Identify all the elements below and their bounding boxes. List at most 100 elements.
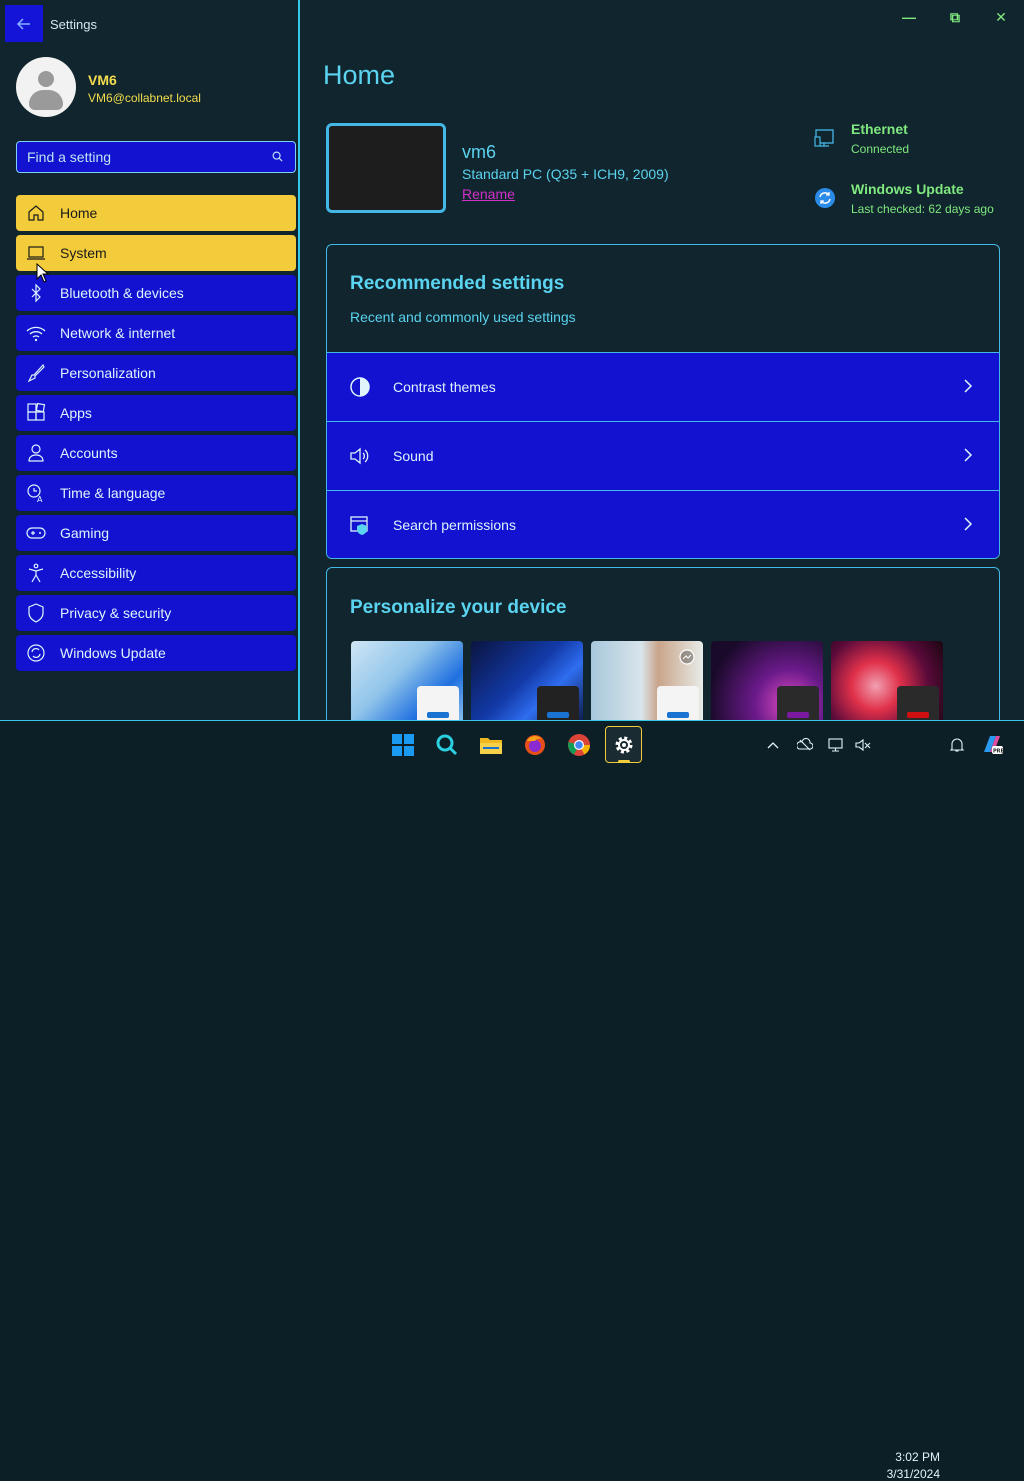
onedrive-icon[interactable]	[797, 737, 813, 753]
sidebar-item-network[interactable]: Network & internet	[16, 315, 296, 351]
windows-update-icon	[815, 188, 835, 208]
personalize-card: Personalize your device	[326, 567, 1000, 737]
gamepad-icon	[16, 515, 56, 551]
slideshow-icon	[679, 649, 695, 665]
sidebar-item-label: System	[60, 245, 107, 261]
globe-clock-icon: A	[16, 475, 56, 511]
close-button[interactable]: ✕	[991, 8, 1011, 26]
chrome-button[interactable]	[562, 728, 596, 762]
sidebar-item-label: Accounts	[60, 445, 118, 461]
theme-light-bloom[interactable]	[351, 641, 463, 731]
ethernet-status: Connected	[851, 142, 910, 156]
sidebar-item-privacy-security[interactable]: Privacy & security	[16, 595, 296, 631]
sync-icon	[16, 635, 56, 671]
theme-captured-motion[interactable]	[711, 641, 823, 731]
sidebar-item-label: Gaming	[60, 525, 110, 541]
search-permissions-icon	[327, 514, 393, 536]
search-icon	[272, 151, 283, 162]
recommended-title: Recommended settings	[350, 273, 565, 294]
copilot-button[interactable]: PRE	[978, 730, 1006, 758]
sidebar: Settings VM6 VM6@collabnet.local Home Sy…	[0, 0, 299, 720]
chevron-right-icon	[964, 448, 973, 462]
mouse-cursor-icon	[36, 263, 50, 283]
row-label: Search permissions	[393, 517, 516, 533]
sidebar-item-label: Network & internet	[60, 325, 176, 341]
avatar[interactable]	[16, 57, 76, 117]
search-box[interactable]	[16, 141, 296, 173]
sidebar-item-label: Bluetooth & devices	[60, 285, 184, 301]
sidebar-item-system[interactable]: System	[16, 235, 296, 271]
taskbar: 3:02 PM 3/31/2024 PRE	[0, 720, 1024, 1481]
clock-time[interactable]: 3:02 PM	[890, 1450, 940, 1464]
user-email: VM6@collabnet.local	[88, 91, 201, 105]
chevron-up-icon[interactable]	[765, 737, 781, 753]
chevron-right-icon	[964, 379, 973, 393]
rename-link[interactable]: Rename	[462, 186, 515, 202]
pc-thumbnail[interactable]	[326, 123, 446, 213]
home-icon	[16, 195, 56, 231]
row-label: Contrast themes	[393, 379, 496, 395]
sound-row[interactable]: Sound	[327, 421, 999, 490]
person-icon	[16, 435, 56, 471]
network-icon[interactable]	[828, 737, 844, 753]
brush-icon	[16, 355, 56, 391]
theme-dark-bloom[interactable]	[471, 641, 583, 731]
minimize-icon: —	[902, 9, 916, 25]
copilot-icon: PRE	[984, 736, 1004, 755]
shield-icon	[16, 595, 56, 631]
notification-bell-icon[interactable]	[949, 737, 965, 753]
settings-button[interactable]	[605, 726, 642, 763]
file-explorer-button[interactable]	[474, 728, 508, 762]
wifi-icon	[16, 315, 56, 351]
sidebar-item-accounts[interactable]: Accounts	[16, 435, 296, 471]
theme-flow[interactable]	[831, 641, 943, 731]
sidebar-item-apps[interactable]: Apps	[16, 395, 296, 431]
page-title: Home	[323, 60, 396, 90]
recommended-subtitle: Recent and commonly used settings	[350, 309, 576, 325]
back-button[interactable]	[5, 5, 43, 42]
ethernet-title[interactable]: Ethernet	[851, 121, 908, 137]
start-button[interactable]	[386, 728, 420, 762]
windows-update-title[interactable]: Windows Update	[851, 181, 964, 197]
volume-muted-icon[interactable]	[855, 737, 871, 753]
settings-window: Settings VM6 VM6@collabnet.local Home Sy…	[0, 0, 1024, 737]
sidebar-item-accessibility[interactable]: Accessibility	[16, 555, 296, 591]
windows-update-status: Last checked: 62 days ago	[851, 202, 994, 216]
sidebar-item-time-language[interactable]: A Time & language	[16, 475, 296, 511]
svg-text:PRE: PRE	[993, 749, 1004, 755]
settings-icon	[615, 736, 632, 753]
clock-date[interactable]: 3/31/2024	[880, 1467, 940, 1481]
chrome-icon	[568, 734, 590, 756]
pc-model: Standard PC (Q35 + ICH9, 2009)	[462, 166, 669, 182]
search-icon	[436, 734, 458, 756]
user-name[interactable]: VM6	[88, 72, 117, 88]
windows-start-icon	[392, 734, 414, 756]
restore-button[interactable]: ⧉	[945, 8, 965, 26]
sidebar-item-home[interactable]: Home	[16, 195, 296, 231]
sidebar-item-personalization[interactable]: Personalization	[16, 355, 296, 391]
close-icon: ✕	[995, 8, 1007, 25]
sidebar-item-label: Apps	[60, 405, 92, 421]
contrast-themes-row[interactable]: Contrast themes	[327, 352, 999, 421]
theme-glow-flower[interactable]	[591, 641, 703, 731]
apps-icon	[16, 395, 56, 431]
sidebar-item-windows-update[interactable]: Windows Update	[16, 635, 296, 671]
sidebar-item-gaming[interactable]: Gaming	[16, 515, 296, 551]
search-button[interactable]	[430, 728, 464, 762]
search-input[interactable]	[27, 149, 257, 165]
file-explorer-icon	[480, 738, 502, 754]
sidebar-divider	[298, 0, 300, 720]
minimize-button[interactable]: —	[899, 8, 919, 26]
firefox-icon	[525, 735, 545, 755]
sidebar-item-label: Windows Update	[60, 645, 166, 661]
firefox-button[interactable]	[518, 728, 552, 762]
contrast-icon	[327, 376, 393, 398]
recommended-settings-card: Recommended settings Recent and commonly…	[326, 244, 1000, 559]
speaker-icon	[327, 445, 393, 467]
search-permissions-row[interactable]: Search permissions	[327, 490, 999, 558]
nav-list: Home System Bluetooth & devices Network …	[16, 195, 296, 675]
sidebar-item-label: Accessibility	[60, 565, 137, 581]
row-label: Sound	[393, 448, 434, 464]
sidebar-item-bluetooth[interactable]: Bluetooth & devices	[16, 275, 296, 311]
back-arrow-icon	[16, 17, 30, 30]
